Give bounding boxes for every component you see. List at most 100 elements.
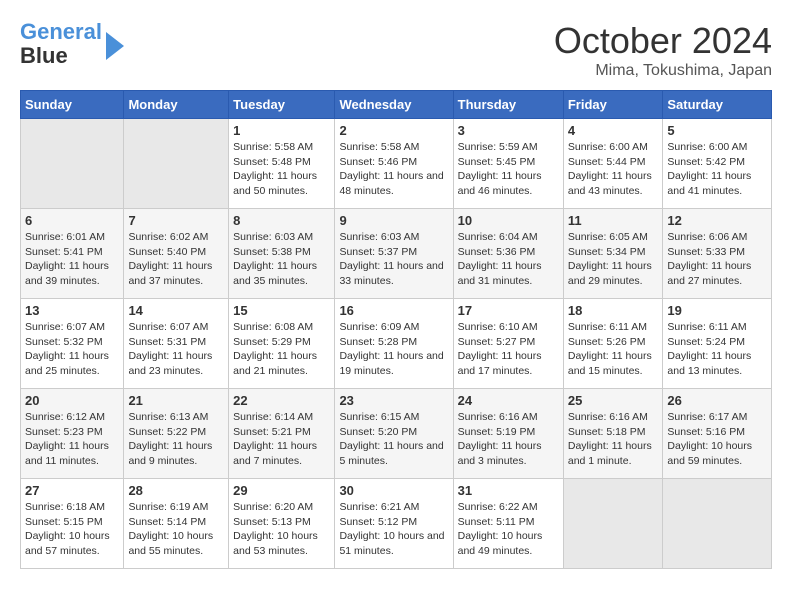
calendar-cell: 17 Sunrise: 6:10 AM Sunset: 5:27 PM Dayl… bbox=[453, 299, 563, 389]
week-row-2: 6 Sunrise: 6:01 AM Sunset: 5:41 PM Dayli… bbox=[21, 209, 772, 299]
sunrise-text: Sunrise: 6:01 AM bbox=[25, 231, 105, 243]
week-row-3: 13 Sunrise: 6:07 AM Sunset: 5:32 PM Dayl… bbox=[21, 299, 772, 389]
daylight-text: Daylight: 11 hours and 21 minutes. bbox=[233, 350, 317, 377]
daylight-text: Daylight: 11 hours and 3 minutes. bbox=[458, 440, 542, 467]
sunset-text: Sunset: 5:27 PM bbox=[458, 336, 536, 348]
sunrise-text: Sunrise: 6:03 AM bbox=[233, 231, 313, 243]
calendar-cell: 27 Sunrise: 6:18 AM Sunset: 5:15 PM Dayl… bbox=[21, 479, 124, 569]
calendar-cell: 24 Sunrise: 6:16 AM Sunset: 5:19 PM Dayl… bbox=[453, 389, 563, 479]
calendar-cell: 6 Sunrise: 6:01 AM Sunset: 5:41 PM Dayli… bbox=[21, 209, 124, 299]
cell-content: Sunrise: 6:16 AM Sunset: 5:18 PM Dayligh… bbox=[568, 410, 659, 469]
cell-content: Sunrise: 6:01 AM Sunset: 5:41 PM Dayligh… bbox=[25, 230, 119, 289]
sunset-text: Sunset: 5:28 PM bbox=[339, 336, 417, 348]
sunrise-text: Sunrise: 6:05 AM bbox=[568, 231, 648, 243]
sunset-text: Sunset: 5:18 PM bbox=[568, 426, 646, 438]
weekday-wednesday: Wednesday bbox=[335, 91, 453, 119]
sunrise-text: Sunrise: 6:21 AM bbox=[339, 501, 419, 513]
cell-content: Sunrise: 6:05 AM Sunset: 5:34 PM Dayligh… bbox=[568, 230, 659, 289]
sunrise-text: Sunrise: 6:02 AM bbox=[128, 231, 208, 243]
day-number: 23 bbox=[339, 393, 448, 408]
daylight-text: Daylight: 11 hours and 23 minutes. bbox=[128, 350, 212, 377]
day-number: 10 bbox=[458, 213, 559, 228]
daylight-text: Daylight: 11 hours and 19 minutes. bbox=[339, 350, 443, 377]
cell-content: Sunrise: 6:03 AM Sunset: 5:37 PM Dayligh… bbox=[339, 230, 448, 289]
daylight-text: Daylight: 10 hours and 51 minutes. bbox=[339, 530, 444, 557]
sunset-text: Sunset: 5:46 PM bbox=[339, 156, 417, 168]
sunrise-text: Sunrise: 5:58 AM bbox=[339, 141, 419, 153]
day-number: 9 bbox=[339, 213, 448, 228]
sunrise-text: Sunrise: 6:06 AM bbox=[667, 231, 747, 243]
day-number: 7 bbox=[128, 213, 224, 228]
cell-content: Sunrise: 6:07 AM Sunset: 5:31 PM Dayligh… bbox=[128, 320, 224, 379]
day-number: 29 bbox=[233, 483, 330, 498]
sunset-text: Sunset: 5:15 PM bbox=[25, 516, 103, 528]
calendar-cell bbox=[21, 119, 124, 209]
logo-blue: Blue bbox=[20, 43, 68, 68]
sunrise-text: Sunrise: 6:16 AM bbox=[568, 411, 648, 423]
sunset-text: Sunset: 5:32 PM bbox=[25, 336, 103, 348]
daylight-text: Daylight: 11 hours and 1 minute. bbox=[568, 440, 652, 467]
sunrise-text: Sunrise: 6:10 AM bbox=[458, 321, 538, 333]
title-section: October 2024 Mima, Tokushima, Japan bbox=[554, 20, 772, 80]
sunset-text: Sunset: 5:12 PM bbox=[339, 516, 417, 528]
cell-content: Sunrise: 6:15 AM Sunset: 5:20 PM Dayligh… bbox=[339, 410, 448, 469]
sunrise-text: Sunrise: 6:19 AM bbox=[128, 501, 208, 513]
day-number: 6 bbox=[25, 213, 119, 228]
sunset-text: Sunset: 5:20 PM bbox=[339, 426, 417, 438]
location: Mima, Tokushima, Japan bbox=[554, 62, 772, 80]
day-number: 25 bbox=[568, 393, 659, 408]
sunrise-text: Sunrise: 6:14 AM bbox=[233, 411, 313, 423]
daylight-text: Daylight: 10 hours and 55 minutes. bbox=[128, 530, 213, 557]
sunrise-text: Sunrise: 6:15 AM bbox=[339, 411, 419, 423]
sunrise-text: Sunrise: 6:04 AM bbox=[458, 231, 538, 243]
cell-content: Sunrise: 6:19 AM Sunset: 5:14 PM Dayligh… bbox=[128, 500, 224, 559]
cell-content: Sunrise: 5:59 AM Sunset: 5:45 PM Dayligh… bbox=[458, 140, 559, 199]
calendar-cell: 11 Sunrise: 6:05 AM Sunset: 5:34 PM Dayl… bbox=[563, 209, 663, 299]
page-header: General Blue October 2024 Mima, Tokushim… bbox=[20, 20, 772, 80]
daylight-text: Daylight: 11 hours and 29 minutes. bbox=[568, 260, 652, 287]
daylight-text: Daylight: 11 hours and 13 minutes. bbox=[667, 350, 751, 377]
sunset-text: Sunset: 5:23 PM bbox=[25, 426, 103, 438]
logo-text: General Blue bbox=[20, 20, 102, 68]
calendar-cell bbox=[563, 479, 663, 569]
calendar-cell bbox=[124, 119, 229, 209]
daylight-text: Daylight: 11 hours and 33 minutes. bbox=[339, 260, 443, 287]
day-number: 2 bbox=[339, 123, 448, 138]
day-number: 22 bbox=[233, 393, 330, 408]
calendar-cell: 16 Sunrise: 6:09 AM Sunset: 5:28 PM Dayl… bbox=[335, 299, 453, 389]
daylight-text: Daylight: 11 hours and 50 minutes. bbox=[233, 170, 317, 197]
calendar-cell: 31 Sunrise: 6:22 AM Sunset: 5:11 PM Dayl… bbox=[453, 479, 563, 569]
day-number: 19 bbox=[667, 303, 767, 318]
sunset-text: Sunset: 5:40 PM bbox=[128, 246, 206, 258]
day-number: 13 bbox=[25, 303, 119, 318]
calendar-cell: 23 Sunrise: 6:15 AM Sunset: 5:20 PM Dayl… bbox=[335, 389, 453, 479]
sunrise-text: Sunrise: 6:17 AM bbox=[667, 411, 747, 423]
day-number: 17 bbox=[458, 303, 559, 318]
cell-content: Sunrise: 6:14 AM Sunset: 5:21 PM Dayligh… bbox=[233, 410, 330, 469]
cell-content: Sunrise: 6:18 AM Sunset: 5:15 PM Dayligh… bbox=[25, 500, 119, 559]
calendar-cell: 20 Sunrise: 6:12 AM Sunset: 5:23 PM Dayl… bbox=[21, 389, 124, 479]
cell-content: Sunrise: 6:02 AM Sunset: 5:40 PM Dayligh… bbox=[128, 230, 224, 289]
daylight-text: Daylight: 11 hours and 39 minutes. bbox=[25, 260, 109, 287]
sunset-text: Sunset: 5:26 PM bbox=[568, 336, 646, 348]
calendar-cell bbox=[663, 479, 772, 569]
daylight-text: Daylight: 11 hours and 27 minutes. bbox=[667, 260, 751, 287]
sunrise-text: Sunrise: 6:22 AM bbox=[458, 501, 538, 513]
calendar-table: SundayMondayTuesdayWednesdayThursdayFrid… bbox=[20, 90, 772, 569]
day-number: 4 bbox=[568, 123, 659, 138]
daylight-text: Daylight: 11 hours and 9 minutes. bbox=[128, 440, 212, 467]
calendar-cell: 1 Sunrise: 5:58 AM Sunset: 5:48 PM Dayli… bbox=[229, 119, 335, 209]
sunrise-text: Sunrise: 6:20 AM bbox=[233, 501, 313, 513]
day-number: 11 bbox=[568, 213, 659, 228]
sunset-text: Sunset: 5:34 PM bbox=[568, 246, 646, 258]
sunrise-text: Sunrise: 6:18 AM bbox=[25, 501, 105, 513]
daylight-text: Daylight: 11 hours and 17 minutes. bbox=[458, 350, 542, 377]
calendar-cell: 25 Sunrise: 6:16 AM Sunset: 5:18 PM Dayl… bbox=[563, 389, 663, 479]
calendar-cell: 8 Sunrise: 6:03 AM Sunset: 5:38 PM Dayli… bbox=[229, 209, 335, 299]
cell-content: Sunrise: 6:16 AM Sunset: 5:19 PM Dayligh… bbox=[458, 410, 559, 469]
calendar-cell: 4 Sunrise: 6:00 AM Sunset: 5:44 PM Dayli… bbox=[563, 119, 663, 209]
daylight-text: Daylight: 11 hours and 11 minutes. bbox=[25, 440, 109, 467]
cell-content: Sunrise: 6:22 AM Sunset: 5:11 PM Dayligh… bbox=[458, 500, 559, 559]
daylight-text: Daylight: 11 hours and 5 minutes. bbox=[339, 440, 443, 467]
sunset-text: Sunset: 5:16 PM bbox=[667, 426, 745, 438]
